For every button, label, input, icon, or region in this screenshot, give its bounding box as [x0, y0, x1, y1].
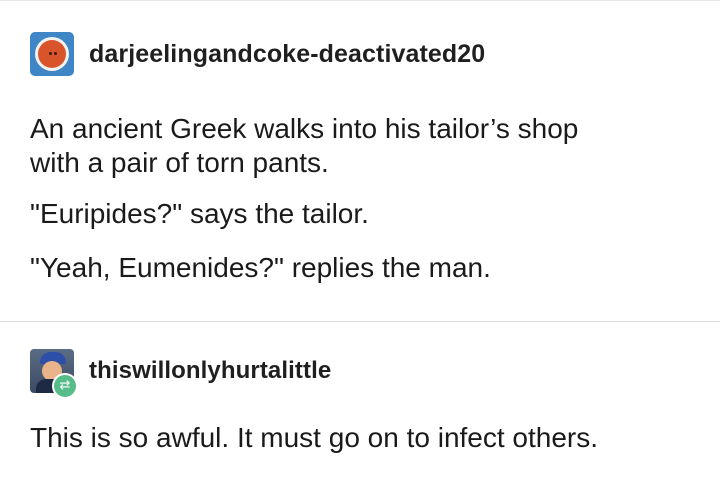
reblog-header: ⇄ thiswillonlyhurtalittle [30, 346, 331, 399]
orange-circle-face-icon[interactable] [30, 32, 74, 76]
original-post: darjeelingandcoke-deactivated20 An ancie… [0, 0, 720, 322]
post-text-line: "Yeah, Eumenides?" replies the man. [30, 252, 491, 283]
reblog-text: This is so awful. It must go on to infec… [30, 422, 599, 453]
reblog-comment: ⇄ thiswillonlyhurtalittle This is so awf… [0, 322, 720, 497]
reblog-icon: ⇄ [52, 373, 78, 399]
username-link[interactable]: thiswillonlyhurtalittle [89, 357, 331, 385]
post-text-line: with a pair of torn pants. [30, 147, 329, 178]
post-text-line: "Euripides?" says the tailor. [30, 198, 369, 229]
username-link[interactable]: darjeelingandcoke-deactivated20 [89, 40, 485, 69]
user-avatar-icon[interactable]: ⇄ [30, 349, 78, 399]
post-text-line: An ancient Greek walks into his tailor’s… [30, 113, 579, 144]
post-header: darjeelingandcoke-deactivated20 [30, 31, 485, 77]
